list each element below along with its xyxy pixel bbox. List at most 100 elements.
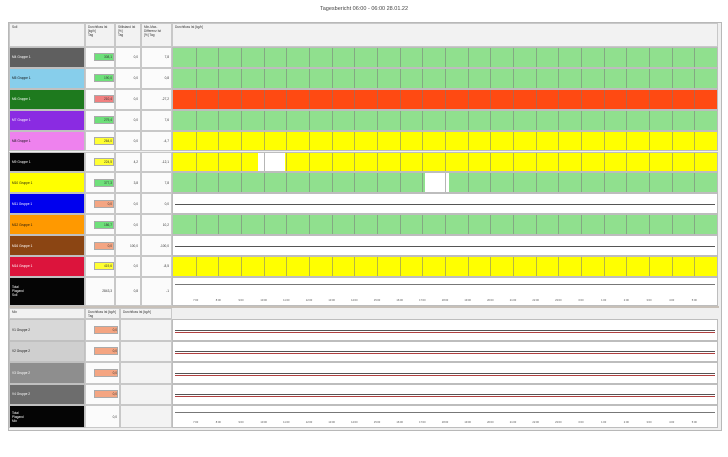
flow-timeline	[172, 319, 718, 341]
timeline-gridline	[309, 257, 310, 276]
flow-value: 0,0	[112, 327, 117, 332]
timeline-gridline	[581, 257, 582, 276]
table-row[interactable]: V1 Gruppe 2 0,0	[9, 319, 718, 341]
table-row[interactable]: M9 Gruppe 1 224,5 4,2 -12,1	[9, 151, 718, 173]
row-name: M11 Gruppe 1	[9, 193, 85, 215]
stand-cell: 0,0	[115, 67, 141, 89]
total-row[interactable]: Total Plagand Mix 0,0 7:00 8:00 9:00 10:00 11:…	[9, 405, 718, 428]
time-tick-label: 22:00	[532, 298, 539, 302]
time-tick-label: 20:00	[487, 421, 494, 424]
flow-value: 377,3	[104, 180, 112, 185]
table-row[interactable]: V4 Gruppe 2 0,0	[9, 383, 718, 405]
table-row[interactable]: M4 Gruppe 1 308,1 0,0 7,8	[9, 47, 718, 68]
flow-value: 308,1	[104, 55, 112, 60]
timeline-gridline	[626, 110, 628, 130]
header-mix-name-label: Mix	[12, 310, 17, 314]
timeline-gridline	[263, 152, 265, 172]
total-row[interactable]: Total Plagand Soll 2843,3 0,8 -1 7:00 8:00 9:0…	[9, 276, 718, 306]
table-row[interactable]: M14 Gruppe 1 419,6 0,0 -8,5	[9, 256, 718, 277]
flow-cell: 0,0	[85, 383, 120, 405]
timeline-gridline	[603, 89, 605, 109]
timeline-gridline	[263, 68, 265, 88]
time-tick-label: 23:00	[555, 421, 562, 424]
row-name: M9 Gruppe 1	[9, 151, 85, 173]
diff-cell: 7,6	[141, 109, 172, 131]
flow-value: 186,7	[104, 222, 112, 227]
time-tick-label: 4:00	[669, 421, 675, 424]
flow-timeline	[172, 193, 718, 215]
timeline-gridline	[399, 173, 401, 193]
timeline-gridline	[445, 89, 446, 109]
timeline-gridline	[671, 152, 673, 172]
time-tick-label: 11:00	[283, 421, 290, 424]
table-row[interactable]: M6 Gruppe 1 210,4 0,0 -27,2	[9, 88, 718, 110]
timeline-gridline	[195, 48, 197, 67]
timeline-gridline	[331, 257, 333, 276]
timeline-gridline	[490, 48, 492, 67]
timeline-gridline	[195, 173, 197, 193]
timeline-target-line	[175, 353, 715, 355]
timeline-gridline	[241, 68, 242, 88]
time-tick-label: 18:00	[441, 298, 449, 302]
timeline-gridline	[603, 48, 605, 67]
timeline-gridline	[694, 131, 696, 151]
report-title: Tagesbericht 06:00 - 06:00 28.01.22	[319, 6, 409, 12]
stand-value: 0,0	[133, 201, 138, 206]
flow-value: 264,0	[104, 139, 112, 144]
flow-cell: 0,0	[85, 319, 120, 341]
stand-cell: 100,0	[115, 235, 141, 256]
diff-cell: -8,5	[141, 256, 172, 277]
timeline-gridline	[331, 215, 333, 235]
time-tick-label: 15:00	[373, 298, 381, 302]
timeline-gridline	[445, 68, 446, 88]
timeline-gridline	[331, 110, 333, 130]
total-name: Total Plagand Mix	[9, 405, 85, 428]
timeline-gridline	[535, 215, 537, 235]
table-row[interactable]: M12 Gruppe 1 186,7 0,0 10,2	[9, 214, 718, 236]
time-tick-label: 0:00	[578, 421, 584, 424]
timeline-gridline	[558, 173, 560, 193]
timeline-gridline	[603, 257, 605, 276]
timeline-gridline	[626, 215, 628, 235]
report-window: Tagesbericht 06:00 - 06:00 28.01.22 Soll…	[0, 0, 728, 457]
table-row[interactable]: M10 Gruppe 1 377,3 3,8 7,8	[9, 172, 718, 194]
diff-value: -27,2	[161, 97, 169, 102]
timeline-gridline	[286, 68, 288, 88]
timeline-gridline	[354, 68, 356, 88]
timeline-gridline	[581, 68, 582, 88]
stand-cell: 0,0	[115, 130, 141, 152]
timeline-gridline	[286, 257, 288, 276]
table-row[interactable]: M8 Gruppe 1 264,0 0,0 -4,7	[9, 130, 718, 152]
flow-cell: 419,6	[85, 256, 115, 277]
timeline-gridline	[309, 68, 310, 88]
timeline-gridline	[649, 257, 650, 276]
time-axis-line	[175, 412, 715, 413]
timeline-gridline	[694, 68, 696, 88]
table-row[interactable]: M7 Gruppe 1 279,4 0,0 7,6	[9, 109, 718, 131]
table-row[interactable]: M16 Gruppe 1 0,0 100,0 -100,0	[9, 235, 718, 256]
timeline-gridline	[218, 110, 220, 130]
timeline-gridline	[694, 173, 696, 193]
timeline-gridline	[377, 152, 378, 172]
flow-timeline	[172, 340, 718, 362]
time-tick-label: 0:00	[578, 298, 584, 302]
timeline-gridline	[445, 110, 446, 130]
table-row[interactable]: V2 Gruppe 2 0,0	[9, 340, 718, 362]
table-row[interactable]: M5 Gruppe 1 190,0 0,0 0,8	[9, 67, 718, 89]
table-row[interactable]: V3 Gruppe 2 0,0	[9, 362, 718, 384]
diff-cell: 10,2	[141, 214, 172, 236]
timeline-gridline	[467, 68, 469, 88]
timeline-gridline	[195, 89, 197, 109]
timeline-gridline	[309, 131, 310, 151]
table-row[interactable]: M11 Gruppe 1 0,0 0,0 0,0	[9, 193, 718, 215]
time-tick-label: 8:00	[215, 421, 221, 424]
time-tick-label: 14:00	[351, 421, 358, 424]
timeline-gridline	[422, 215, 424, 235]
timeline-gridline	[626, 48, 628, 67]
stand-value: 4,2	[133, 159, 138, 164]
timeline-gridline	[581, 215, 582, 235]
timeline-gridline	[399, 215, 401, 235]
timeline-gridline	[671, 68, 673, 88]
timeline-gridline	[422, 152, 424, 172]
timeline-gridline	[422, 48, 424, 67]
